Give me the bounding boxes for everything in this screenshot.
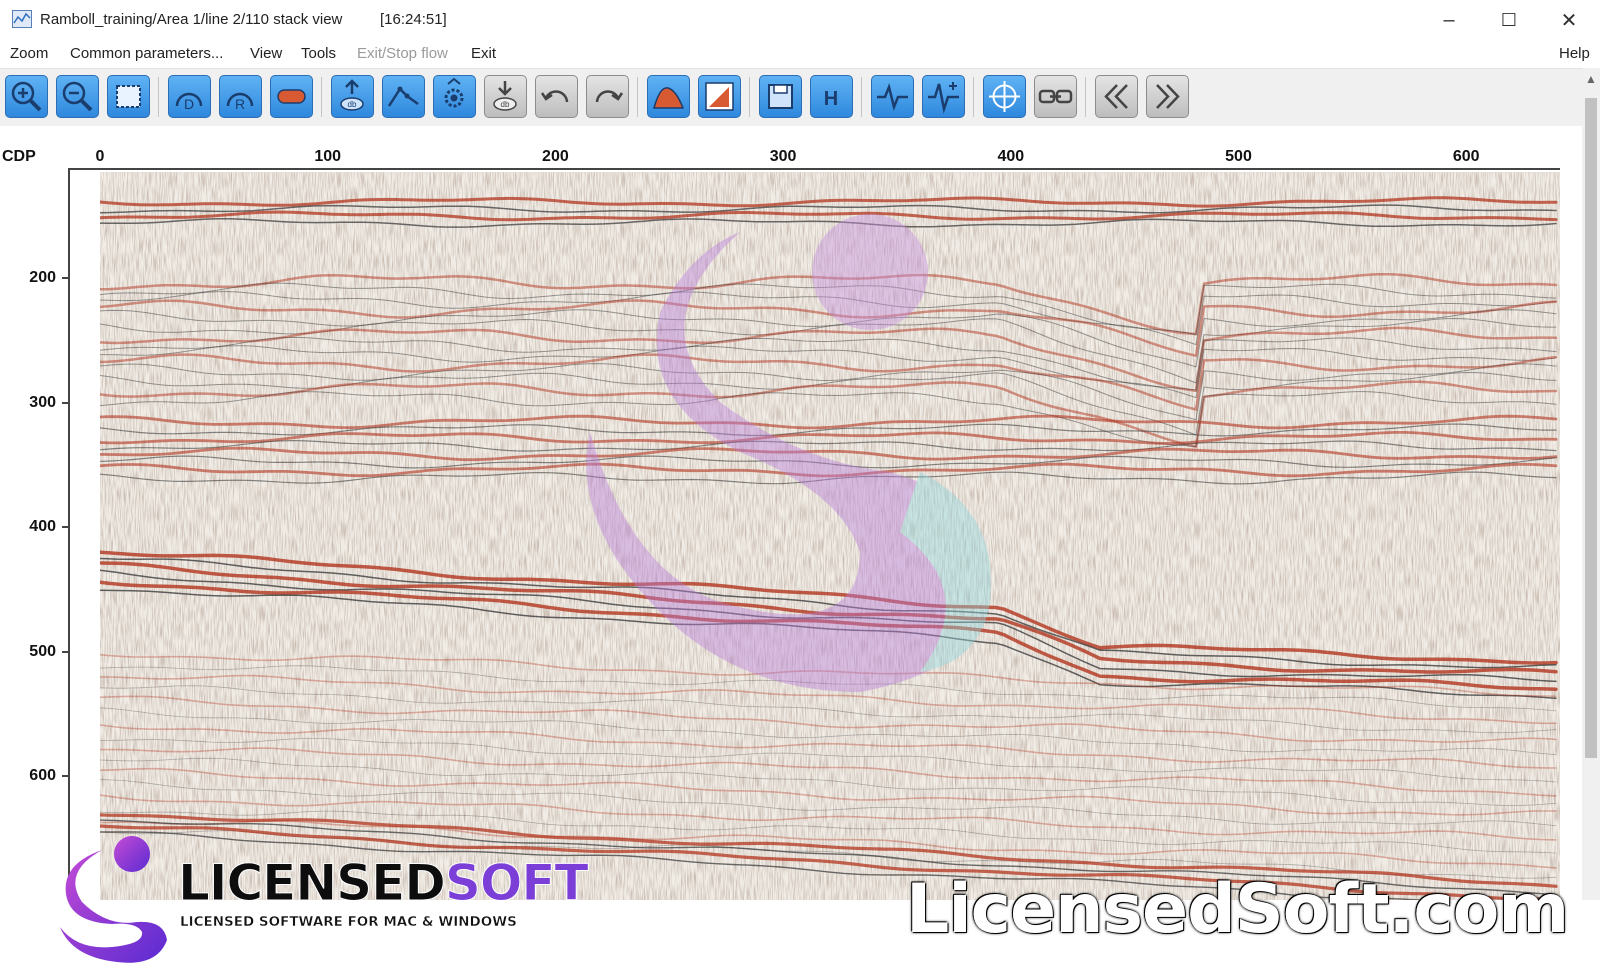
r-icon: R	[226, 92, 254, 112]
x-axis-line	[68, 168, 1560, 170]
seismic-image	[100, 172, 1560, 900]
zoom-fit-icon	[116, 85, 141, 108]
menu-exit-stop-flow[interactable]: Exit/Stop flow	[357, 45, 448, 62]
window-title: Ramboll_training/Area 1/line 2/110 stack…	[40, 11, 343, 28]
gear-icon	[444, 77, 464, 108]
prev-icon	[1104, 84, 1128, 109]
svg-text:H: H	[824, 88, 838, 110]
pick-line-button[interactable]	[382, 75, 425, 118]
zoom-out-button[interactable]	[56, 75, 99, 118]
db-down-button[interactable]: db	[484, 75, 527, 118]
pill-button[interactable]	[270, 75, 313, 118]
zoom-out-icon	[62, 81, 93, 112]
header-button[interactable]: H	[810, 75, 853, 118]
menu-bar: Zoom Common parameters... View Tools Exi…	[0, 40, 1600, 68]
toolbar-separator	[973, 77, 974, 117]
undo-button[interactable]	[535, 75, 578, 118]
velocity-button[interactable]	[698, 75, 741, 118]
scrollbar-thumb[interactable]	[1585, 98, 1597, 758]
link-button[interactable]	[1034, 75, 1077, 118]
x-axis-label: CDP	[2, 148, 36, 165]
licensedsoft-logo: LICENSEDSOFT LICENSED SOFTWARE FOR MAC &…	[52, 832, 589, 972]
x-tick-label: 400	[997, 148, 1025, 165]
toolbar-separator	[749, 77, 750, 117]
db-up-icon: db	[340, 79, 364, 111]
menu-help[interactable]: Help	[1559, 45, 1590, 62]
crosshair-icon	[989, 81, 1020, 112]
x-tick-label: 500	[1225, 148, 1252, 165]
pill-icon	[277, 89, 306, 104]
y-tick-label: 500	[29, 642, 56, 660]
window-timestamp: [16:24:51]	[380, 11, 447, 28]
next-button[interactable]	[1146, 75, 1189, 118]
pick-line-icon	[387, 86, 419, 107]
logo-s-icon	[60, 836, 167, 963]
wavelet-button[interactable]	[871, 75, 914, 118]
spectrum-icon	[928, 82, 959, 114]
save-icon	[768, 84, 793, 109]
menu-tools[interactable]: Tools	[301, 45, 336, 62]
zoom-in-icon	[11, 81, 42, 112]
seismic-section[interactable]	[100, 172, 1560, 900]
menu-view[interactable]: View	[250, 45, 282, 62]
save-button[interactable]	[759, 75, 802, 118]
db-down-icon: db	[493, 81, 517, 111]
toolbar-separator	[637, 77, 638, 117]
d-icon: D	[175, 92, 203, 112]
crosshair-button[interactable]	[983, 75, 1026, 118]
spectrum-button[interactable]	[922, 75, 965, 118]
next-icon	[1156, 84, 1180, 109]
logo-brand-text: LICENSEDSOFT	[178, 854, 590, 913]
redo-icon	[595, 90, 624, 103]
svg-text:db: db	[348, 100, 357, 109]
toolbar: D R db db H	[0, 68, 1582, 128]
curve-icon	[653, 87, 685, 109]
zoom-in-button[interactable]	[5, 75, 48, 118]
velocity-icon	[705, 82, 734, 111]
y-tick-label: 300	[29, 393, 56, 411]
gear-button[interactable]	[433, 75, 476, 118]
app-icon	[12, 10, 32, 28]
redo-button[interactable]	[586, 75, 629, 118]
toolbar-separator	[321, 77, 322, 117]
menu-exit[interactable]: Exit	[471, 45, 496, 62]
svg-text:db: db	[501, 100, 510, 109]
menu-common-parameters[interactable]: Common parameters...	[70, 45, 223, 62]
watermark-site-url: LicensedSoft.com	[906, 870, 1569, 949]
d-button[interactable]: D	[168, 75, 211, 118]
previous-button[interactable]	[1095, 75, 1138, 118]
vertical-scrollbar[interactable]: ▲	[1582, 68, 1600, 900]
logo-tagline: LICENSED SOFTWARE FOR MAC & WINDOWS	[180, 914, 517, 930]
seismic-plot: CDP 0 100 200 300 400 500 600 200 300 400 500 600	[0, 126, 1582, 963]
scroll-up-icon[interactable]: ▲	[1584, 72, 1598, 86]
minimize-button[interactable]: –	[1420, 0, 1478, 40]
header-icon: H	[824, 88, 838, 110]
zoom-fit-button[interactable]	[107, 75, 150, 118]
toolbar-separator	[861, 77, 862, 117]
x-tick-label: 300	[769, 148, 797, 165]
svg-text:R: R	[235, 96, 245, 112]
menu-zoom[interactable]: Zoom	[10, 45, 48, 62]
r-button[interactable]: R	[219, 75, 262, 118]
x-tick-label: 0	[95, 148, 105, 165]
undo-icon	[540, 90, 569, 103]
y-axis-line	[68, 168, 70, 900]
x-tick-label: 100	[314, 148, 342, 165]
close-button[interactable]: ✕	[1540, 0, 1598, 40]
link-icon	[1038, 89, 1073, 104]
y-tick-label: 400	[29, 518, 56, 535]
x-tick-label: 200	[542, 148, 569, 165]
curve-button[interactable]	[647, 75, 690, 118]
y-tick-label: 600	[29, 767, 56, 784]
toolbar-separator	[158, 77, 159, 117]
svg-text:D: D	[184, 96, 194, 112]
db-up-button[interactable]: db	[331, 75, 374, 118]
wavelet-icon	[877, 82, 908, 112]
y-tick-label: 200	[29, 269, 56, 286]
toolbar-separator	[1085, 77, 1086, 117]
x-tick-label: 600	[1452, 148, 1480, 165]
maximize-button[interactable]: ☐	[1480, 0, 1538, 40]
title-bar: Ramboll_training/Area 1/line 2/110 stack…	[0, 0, 1600, 40]
